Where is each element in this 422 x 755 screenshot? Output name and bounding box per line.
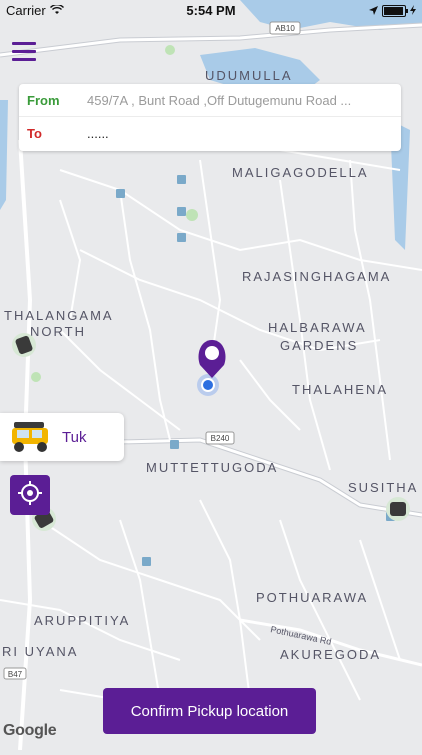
battery-icon (382, 4, 408, 17)
park-area (186, 209, 198, 221)
park-area (165, 45, 175, 55)
map-label: AB10 (275, 24, 295, 33)
from-label: From (27, 92, 60, 108)
park-area (31, 372, 41, 382)
crosshair-icon (17, 480, 43, 511)
map-label: AKUREGODA (280, 647, 381, 662)
map-label: HALBARAWA (268, 320, 367, 335)
map-label: RAJASINGHAGAMA (242, 269, 391, 284)
recenter-button[interactable] (10, 475, 50, 515)
map-label: THALAHENA (292, 382, 388, 397)
map-label: SUSITHA P (348, 480, 422, 495)
map-label: UDUMULLA (205, 68, 293, 83)
vehicle-label: Tuk (62, 428, 87, 446)
map-label: THALANGAMA (4, 308, 114, 323)
map-label: B47 (8, 670, 23, 679)
tuk-marker-icon[interactable] (386, 497, 410, 521)
clock: 5:54 PM (186, 3, 236, 18)
hamburger-icon (12, 42, 36, 45)
vehicle-selector[interactable]: Tuk (0, 413, 124, 461)
tuk-tuk-icon (8, 420, 54, 454)
map-label: B240 (211, 434, 230, 443)
menu-button[interactable] (12, 42, 36, 62)
map-label: NORTH (30, 324, 86, 339)
map-label: GARDENS (280, 338, 358, 353)
to-address-field[interactable]: ...... (87, 126, 387, 141)
map-label: RI UYANA (2, 644, 78, 659)
to-row[interactable]: To ...... (19, 117, 401, 149)
from-row[interactable]: From 459/7A , Bunt Road ,Off Dutugemunu … (19, 84, 401, 117)
location-arrow-icon (369, 3, 378, 18)
map-label: ARUPPITIYA (34, 613, 130, 628)
tuk-marker-icon[interactable] (12, 333, 36, 357)
status-bar: Carrier 5:54 PM (0, 0, 422, 20)
confirm-pickup-button[interactable]: Confirm Pickup location (103, 688, 316, 734)
from-address-field[interactable]: 459/7A , Bunt Road ,Off Dutugemunu Road … (87, 93, 387, 108)
current-location-dot (201, 378, 215, 392)
map-label: POTHUARAWA (256, 590, 368, 605)
map-label: MUTTETTUGODA (146, 460, 278, 475)
to-label: To (27, 125, 42, 141)
charging-icon (410, 3, 416, 18)
map-label: MALIGAGODELLA (232, 165, 369, 180)
google-logo: Google (3, 722, 57, 739)
address-panel: From 459/7A , Bunt Road ,Off Dutugemunu … (19, 84, 401, 151)
